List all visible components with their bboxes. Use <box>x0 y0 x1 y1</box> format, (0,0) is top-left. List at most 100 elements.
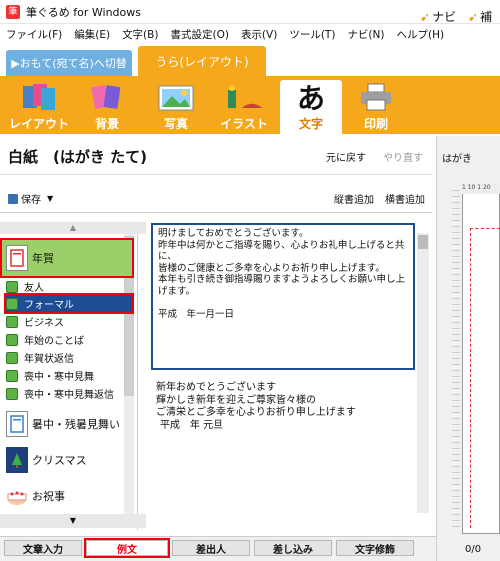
sub-item-label: 喪中・寒中見舞返信 <box>24 390 114 401</box>
sub-item-mourning-reply[interactable]: 喪中・寒中見舞返信 <box>6 385 132 402</box>
main-toolbar: レイアウト 背景 写真 イラスト あ 文字 印刷 <box>0 76 500 134</box>
sub-item-business[interactable]: ビジネス <box>6 313 132 330</box>
toolbar-text-button[interactable]: あ 文字 <box>280 80 342 134</box>
preview-label: はがき <box>442 154 472 165</box>
printer-icon <box>356 81 396 113</box>
editor-scroll-thumb[interactable] <box>418 235 428 249</box>
category-christmas-label: クリスマス <box>32 454 87 467</box>
toolbar-background-label: 背景 <box>94 117 119 131</box>
document-title: 白紙 (はがき たて) <box>8 148 147 166</box>
sub-item-label: 年始のことば <box>24 336 84 347</box>
save-icon <box>8 193 18 204</box>
green-square-icon <box>6 315 18 328</box>
back-layout-tab[interactable]: うら(レイアウト) <box>138 46 266 76</box>
toolbar-layout-button[interactable]: レイアウト <box>8 80 70 134</box>
card-icon <box>6 245 28 271</box>
photo-icon <box>156 81 196 113</box>
redo-button[interactable]: やり直す <box>383 149 423 164</box>
sub-item-label: 友人 <box>24 283 44 294</box>
horizontal-add-button[interactable]: 横書追加 <box>385 191 425 206</box>
divider <box>0 212 432 213</box>
toolbar-illustration-button[interactable]: イラスト <box>214 80 274 134</box>
editor-line: 昨年中は何かとご指導を賜り、心よりお礼申し上げると共に、 <box>158 239 405 263</box>
sub-item-mourning[interactable]: 喪中・寒中見舞 <box>6 367 132 384</box>
supplement-button[interactable]: ➹ 補 <box>468 8 492 25</box>
tab-merge[interactable]: 差し込み <box>254 540 332 556</box>
sub-item-label: フォーマル <box>24 300 74 311</box>
editor-line: 皆様のご健康とご多幸を心よりお祈り申し上げます。 <box>158 262 385 274</box>
page-status: 0/0 <box>465 544 482 555</box>
toolbar-illustration-label: イラスト <box>220 117 268 131</box>
toolbar-print-button[interactable]: 印刷 <box>348 80 404 134</box>
menu-view[interactable]: 表示(V) <box>235 27 283 42</box>
background-icon <box>87 81 127 113</box>
pointer-icon: ➹ <box>468 9 479 24</box>
supplement-label: 補 <box>480 10 493 24</box>
menu-tools[interactable]: ツール(T) <box>283 27 341 42</box>
chevron-down-icon[interactable]: ▼ <box>47 194 53 203</box>
print-margin-guide <box>470 228 500 528</box>
sample-line: 平成 年 元旦 <box>160 419 224 431</box>
navi-label: ナビ <box>432 10 457 24</box>
toolbar-text-label: 文字 <box>298 117 323 131</box>
green-square-icon <box>6 369 18 382</box>
toolbar-photo-button[interactable]: 写真 <box>146 80 206 134</box>
app-icon: 筆 <box>6 4 20 19</box>
category-nenga[interactable]: 年賀 <box>0 238 134 278</box>
tab-text-decoration[interactable]: 文字修飾 <box>336 540 414 556</box>
navi-button[interactable]: ➹ ナビ <box>420 8 456 25</box>
save-button[interactable]: 保存 ▼ <box>8 191 53 206</box>
category-shochu[interactable]: 暑中・残暑見舞い <box>2 406 132 442</box>
green-square-icon <box>6 351 18 364</box>
menu-edit[interactable]: 編集(E) <box>68 27 116 42</box>
scroll-up-button[interactable]: ▲ <box>0 222 146 234</box>
category-oiwai-label: お祝事 <box>32 490 65 503</box>
toolbar-background-button[interactable]: 背景 <box>80 80 134 134</box>
sub-item-friend[interactable]: 友人 <box>6 278 132 295</box>
sub-item-nenga-reply[interactable]: 年賀状返信 <box>6 349 132 366</box>
green-square-icon <box>6 387 18 400</box>
horizontal-ruler: 1 10 1 20 <box>462 184 500 194</box>
menu-help[interactable]: ヘルプ(H) <box>391 27 451 42</box>
sub-item-label: ビジネス <box>24 318 64 329</box>
tab-sender[interactable]: 差出人 <box>172 540 250 556</box>
vertical-ruler <box>452 190 460 530</box>
green-square-icon <box>6 280 18 293</box>
tab-sample-sentences[interactable]: 例文 <box>84 538 170 558</box>
mode-tab-row: ▶おもて(宛て名)へ切替 うら(レイアウト) <box>0 46 500 76</box>
sub-item-formal[interactable]: フォーマル <box>4 293 134 314</box>
tab-text-input[interactable]: 文章入力 <box>4 540 82 556</box>
green-square-icon <box>6 297 18 310</box>
category-christmas[interactable]: クリスマス <box>2 442 132 478</box>
sample-text[interactable]: 新年おめでとうございます 輝かしき新年を迎えご尊家皆々様の ご清栄とご多幸を心よ… <box>156 382 356 432</box>
menu-text[interactable]: 文字(B) <box>116 27 164 42</box>
card-icon <box>6 411 28 437</box>
illustration-icon <box>224 81 264 113</box>
layout-icon <box>19 81 59 113</box>
green-square-icon <box>6 333 18 346</box>
toolbar-photo-label: 写真 <box>163 117 188 131</box>
message-editor[interactable]: 明けましておめでとうございます。 昨年中は何かとご指導を賜り、心よりお礼申し上げ… <box>151 223 415 370</box>
menu-navi[interactable]: ナビ(N) <box>341 27 390 42</box>
undo-button[interactable]: 元に戻す <box>326 149 366 164</box>
text-icon: あ <box>296 82 325 115</box>
divider <box>0 174 432 175</box>
editor-scrollbar[interactable] <box>417 233 429 513</box>
sample-line: ご清栄とご多幸を心よりお祈り申し上げます <box>156 407 356 418</box>
switch-to-front-tab[interactable]: ▶おもて(宛て名)へ切替 <box>6 50 132 76</box>
sample-line: 輝かしき新年を迎えご尊家皆々様の <box>156 394 316 406</box>
toolbar-layout-label: レイアウト <box>8 117 69 131</box>
sub-item-new-year-words[interactable]: 年始のことば <box>6 331 132 348</box>
menu-format[interactable]: 書式設定(O) <box>164 27 234 42</box>
menu-bar: ファイル(F) 編集(E) 文字(B) 書式設定(O) 表示(V) ツール(T)… <box>0 24 500 44</box>
vertical-add-button[interactable]: 縦書追加 <box>334 191 374 206</box>
category-oiwai[interactable]: お祝事 <box>2 478 132 514</box>
editor-line: 本年も引き続き御指導賜りますようよろしくお願い申し上げます。 <box>158 274 406 297</box>
scroll-down-button[interactable]: ▼ <box>0 514 146 528</box>
category-shochu-label: 暑中・残暑見舞い <box>32 418 120 431</box>
sub-item-label: 年賀状返信 <box>24 354 74 365</box>
pointer-icon: ➹ <box>420 9 431 24</box>
sample-line: 新年おめでとうございます <box>156 382 276 393</box>
menu-file[interactable]: ファイル(F) <box>0 27 68 42</box>
